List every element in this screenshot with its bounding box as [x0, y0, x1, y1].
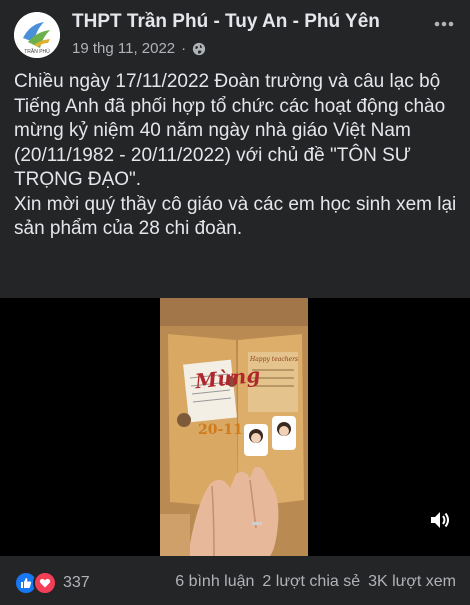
post-text: Chiều ngày 17/11/2022 Đoàn trường và câu…: [14, 70, 460, 242]
post-paragraph: Chiều ngày 17/11/2022 Đoàn trường và câu…: [14, 71, 446, 190]
card-date: 20-11: [198, 422, 243, 438]
reactions-summary[interactable]: 337: [14, 571, 90, 595]
comments-count-link[interactable]: 6 bình luận: [175, 573, 254, 591]
svg-text:TRẦN PHÚ: TRẦN PHÚ: [24, 48, 50, 55]
post-date-link[interactable]: 19 thg 11, 2022: [72, 40, 175, 57]
page-avatar[interactable]: TRẦN PHÚ: [14, 12, 60, 58]
meta-separator: ·: [181, 40, 187, 57]
post-card: TRẦN PHÚ THPT Trần Phú - Tuy An - Phú Yê…: [0, 0, 470, 605]
globe-icon: [193, 42, 206, 55]
post-stats: 6 bình luận 2 lượt chia sẻ 3K lượt xem: [175, 573, 456, 591]
volume-button[interactable]: [428, 508, 452, 532]
video-player[interactable]: Mừng 20-11 Happy teachers: [0, 298, 470, 556]
post-paragraph: Xin mời quý thầy cô giáo và các em học s…: [14, 193, 457, 240]
volume-icon: [431, 512, 449, 528]
post-header: TRẦN PHÚ THPT Trần Phú - Tuy An - Phú Yê…: [0, 0, 470, 62]
page-name-link[interactable]: THPT Trần Phú - Tuy An - Phú Yên: [72, 11, 380, 33]
reaction-count: 337: [63, 574, 90, 591]
school-logo-icon: TRẦN PHÚ: [14, 12, 60, 58]
card-banner: Happy teachers: [250, 356, 299, 363]
more-options-button[interactable]: [430, 10, 458, 38]
post-footer: 337 6 bình luận 2 lượt chia sẻ 3K lượt x…: [0, 566, 470, 600]
love-reaction-icon: [33, 571, 57, 595]
post-meta: 19 thg 11, 2022 ·: [72, 40, 206, 57]
shares-count-link[interactable]: 2 lượt chia sẻ: [262, 573, 360, 591]
views-count: 3K lượt xem: [368, 573, 456, 590]
more-options-icon: [434, 21, 454, 27]
